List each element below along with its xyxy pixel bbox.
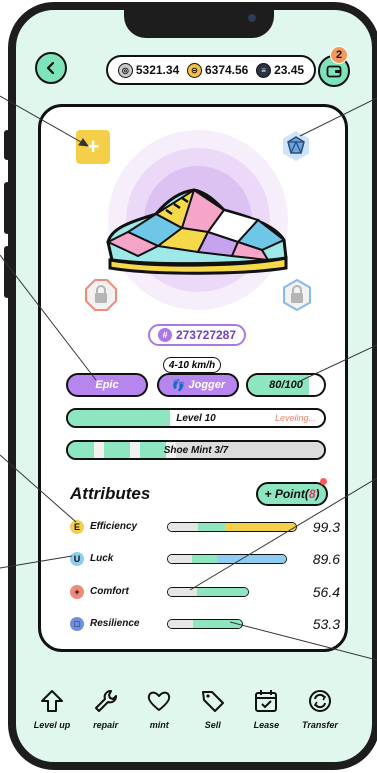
attribute-row-resilience: □ Resilience 53.3	[70, 615, 340, 635]
attribute-value: 56.4	[312, 584, 340, 600]
nav-repair[interactable]: repair	[80, 688, 132, 750]
luck-icon: U	[70, 552, 84, 566]
dark-coin-icon: ≡	[256, 62, 272, 78]
point-suffix: )	[315, 487, 320, 501]
shoe-type-badge: 👣 Jogger	[157, 373, 239, 397]
nav-level-up[interactable]: Level up	[26, 688, 78, 750]
shoe-type-label: Jogger	[188, 379, 226, 391]
nav-mint[interactable]: mint	[133, 688, 185, 750]
hash-icon: #	[157, 328, 172, 342]
currency-dark: ≡ 23.45	[256, 62, 305, 78]
nav-label: Transfer	[302, 720, 338, 730]
add-slot-button[interactable]: +	[76, 130, 110, 164]
comfort-bar	[167, 587, 249, 597]
add-point-button[interactable]: + Point(8)	[256, 482, 328, 506]
transfer-icon	[308, 690, 331, 712]
attribute-value: 99.3	[312, 519, 340, 535]
currency-bar: ◎ 5321.34 ⊝ 6374.56 ≡ 23.45	[106, 55, 316, 85]
back-button[interactable]	[35, 52, 67, 84]
tag-icon	[201, 691, 224, 712]
currency-gray-value: 5321.34	[135, 63, 180, 77]
app-screen: ◎ 5321.34 ⊝ 6374.56 ≡ 23.45 2 + # 273727…	[0, 0, 377, 752]
nav-label: mint	[149, 720, 169, 730]
arrow-up-icon	[41, 690, 63, 712]
currency-dark-value: 23.45	[274, 63, 305, 77]
calendar-icon	[255, 690, 278, 712]
rarity-label: Epic	[95, 379, 119, 391]
token-id-badge[interactable]: # 273727287	[148, 324, 246, 346]
nav-label: Lease	[253, 720, 280, 730]
attribute-value: 89.6	[312, 551, 340, 567]
durability-label: 80/100	[269, 379, 303, 391]
gray-coin-icon: ◎	[117, 62, 133, 78]
plus-icon: +	[86, 134, 100, 159]
token-id-value: 273727287	[175, 328, 237, 342]
rarity-badge: Epic	[66, 373, 148, 397]
wallet-icon	[326, 65, 342, 78]
gem-slot-button[interactable]	[278, 128, 314, 164]
attribute-name: Efficiency	[90, 521, 138, 532]
attribute-row-efficiency: E Efficiency 99.3	[70, 518, 340, 538]
resilience-icon: □	[70, 617, 84, 631]
leveling-status: Leveling...	[274, 413, 316, 423]
speed-range-label: 4-10 km/h	[163, 357, 221, 373]
wrench-icon	[94, 690, 117, 712]
lock-icon	[283, 278, 311, 312]
nav-label: Level up	[33, 720, 71, 730]
point-value: 8	[308, 487, 316, 501]
currency-yellow-value: 6374.56	[204, 63, 249, 77]
attribute-name: Resilience	[90, 618, 140, 629]
nav-sell[interactable]: Sell	[187, 688, 239, 750]
nav-label: repair	[93, 720, 119, 730]
attributes-title: Attributes	[70, 484, 151, 503]
heart-icon	[147, 691, 171, 711]
attribute-name: Comfort	[90, 586, 129, 597]
lock-icon	[85, 279, 117, 311]
comfort-icon: +	[70, 585, 84, 599]
efficiency-icon: E	[70, 520, 84, 534]
sneaker-image	[105, 188, 288, 275]
attribute-value: 53.3	[312, 616, 340, 632]
chevron-left-icon	[46, 61, 55, 75]
level-progress-bar: Level 10 Leveling...	[66, 408, 326, 428]
yellow-coin-icon: ⊝	[186, 62, 202, 78]
nav-label: Sell	[204, 720, 221, 730]
durability-bar: 80/100	[246, 373, 326, 397]
resilience-bar	[167, 619, 243, 629]
bottom-nav: Level up repair mint Sell Lease Transfer	[26, 688, 346, 750]
luck-bar	[167, 554, 287, 564]
locked-slot-right[interactable]	[280, 278, 314, 312]
attribute-name: Luck	[90, 553, 114, 564]
currency-yellow: ⊝ 6374.56	[186, 62, 249, 78]
nav-lease[interactable]: Lease	[240, 688, 292, 750]
gem-icon	[283, 131, 309, 161]
point-prefix: + Point(	[264, 487, 309, 501]
footprints-icon: 👣	[170, 379, 185, 392]
efficiency-bar	[167, 522, 297, 532]
currency-gray: ◎ 5321.34	[117, 62, 180, 78]
notification-badge: 2	[330, 46, 348, 64]
nav-transfer[interactable]: Transfer	[294, 688, 346, 750]
locked-slot-left[interactable]	[84, 278, 118, 312]
attribute-row-comfort: + Comfort 56.4	[70, 583, 340, 603]
point-notification-dot	[320, 478, 327, 485]
mint-progress-bar: Shoe Mint 3/7	[66, 440, 326, 460]
attribute-row-luck: U Luck 89.6	[70, 550, 340, 570]
mint-label: Shoe Mint 3/7	[163, 444, 229, 456]
